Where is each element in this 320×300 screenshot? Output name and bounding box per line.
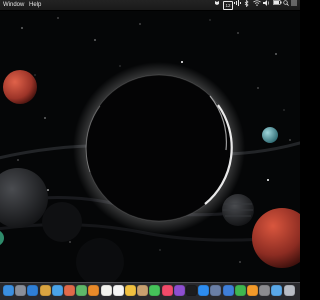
menu-window[interactable]: Window: [3, 0, 24, 10]
audio-icon[interactable]: [234, 0, 243, 10]
maps-icon[interactable]: [76, 285, 88, 296]
tv-icon[interactable]: [186, 285, 197, 296]
photo-app-icon[interactable]: [39, 285, 51, 296]
wallpaper-art: [0, 17, 300, 286]
pages-icon[interactable]: [247, 285, 258, 296]
numbers-icon[interactable]: [234, 285, 246, 296]
launchpad-icon[interactable]: [15, 285, 27, 296]
app-store-icon[interactable]: [198, 285, 210, 296]
desktop-wallpaper: [0, 0, 300, 300]
bluetooth-icon[interactable]: [244, 0, 252, 10]
calendar-icon[interactable]: 12: [223, 0, 233, 10]
podcasts-icon[interactable]: [173, 285, 185, 296]
keynote-icon[interactable]: [222, 285, 234, 296]
cyan-planet: [262, 127, 278, 143]
menu-bar: Window Help 12: [0, 0, 300, 11]
eclipse-planet: [73, 62, 245, 234]
facetime-icon[interactable]: [149, 285, 161, 296]
safari-icon[interactable]: [27, 285, 39, 296]
puzzle-app-icon[interactable]: [64, 285, 75, 296]
photos-icon[interactable]: [125, 285, 136, 296]
trash-icon[interactable]: [283, 285, 295, 296]
books-icon[interactable]: [88, 285, 100, 296]
mail-icon[interactable]: [51, 285, 63, 296]
battery-icon[interactable]: [273, 0, 282, 10]
calendar-day: 12: [223, 0, 233, 10]
preview-icon[interactable]: [210, 285, 222, 296]
system-preferences-icon[interactable]: [259, 285, 271, 296]
finder-icon[interactable]: [3, 285, 14, 296]
notes-icon[interactable]: [100, 285, 112, 296]
control-icon[interactable]: [291, 0, 299, 10]
spotlight-icon[interactable]: [283, 0, 290, 10]
menu-help[interactable]: Help: [29, 0, 41, 10]
calendar-app-icon[interactable]: [112, 285, 124, 296]
red-planet-large: [252, 208, 300, 268]
dropbox-icon[interactable]: [214, 0, 222, 10]
contacts-icon[interactable]: [137, 285, 149, 296]
downloads-folder-icon[interactable]: [271, 285, 283, 296]
green-planet-edge: [0, 231, 4, 245]
volume-icon[interactable]: [263, 0, 272, 10]
wifi-icon[interactable]: [253, 0, 262, 10]
music-icon[interactable]: [161, 285, 173, 296]
red-planet-small: [3, 70, 37, 104]
